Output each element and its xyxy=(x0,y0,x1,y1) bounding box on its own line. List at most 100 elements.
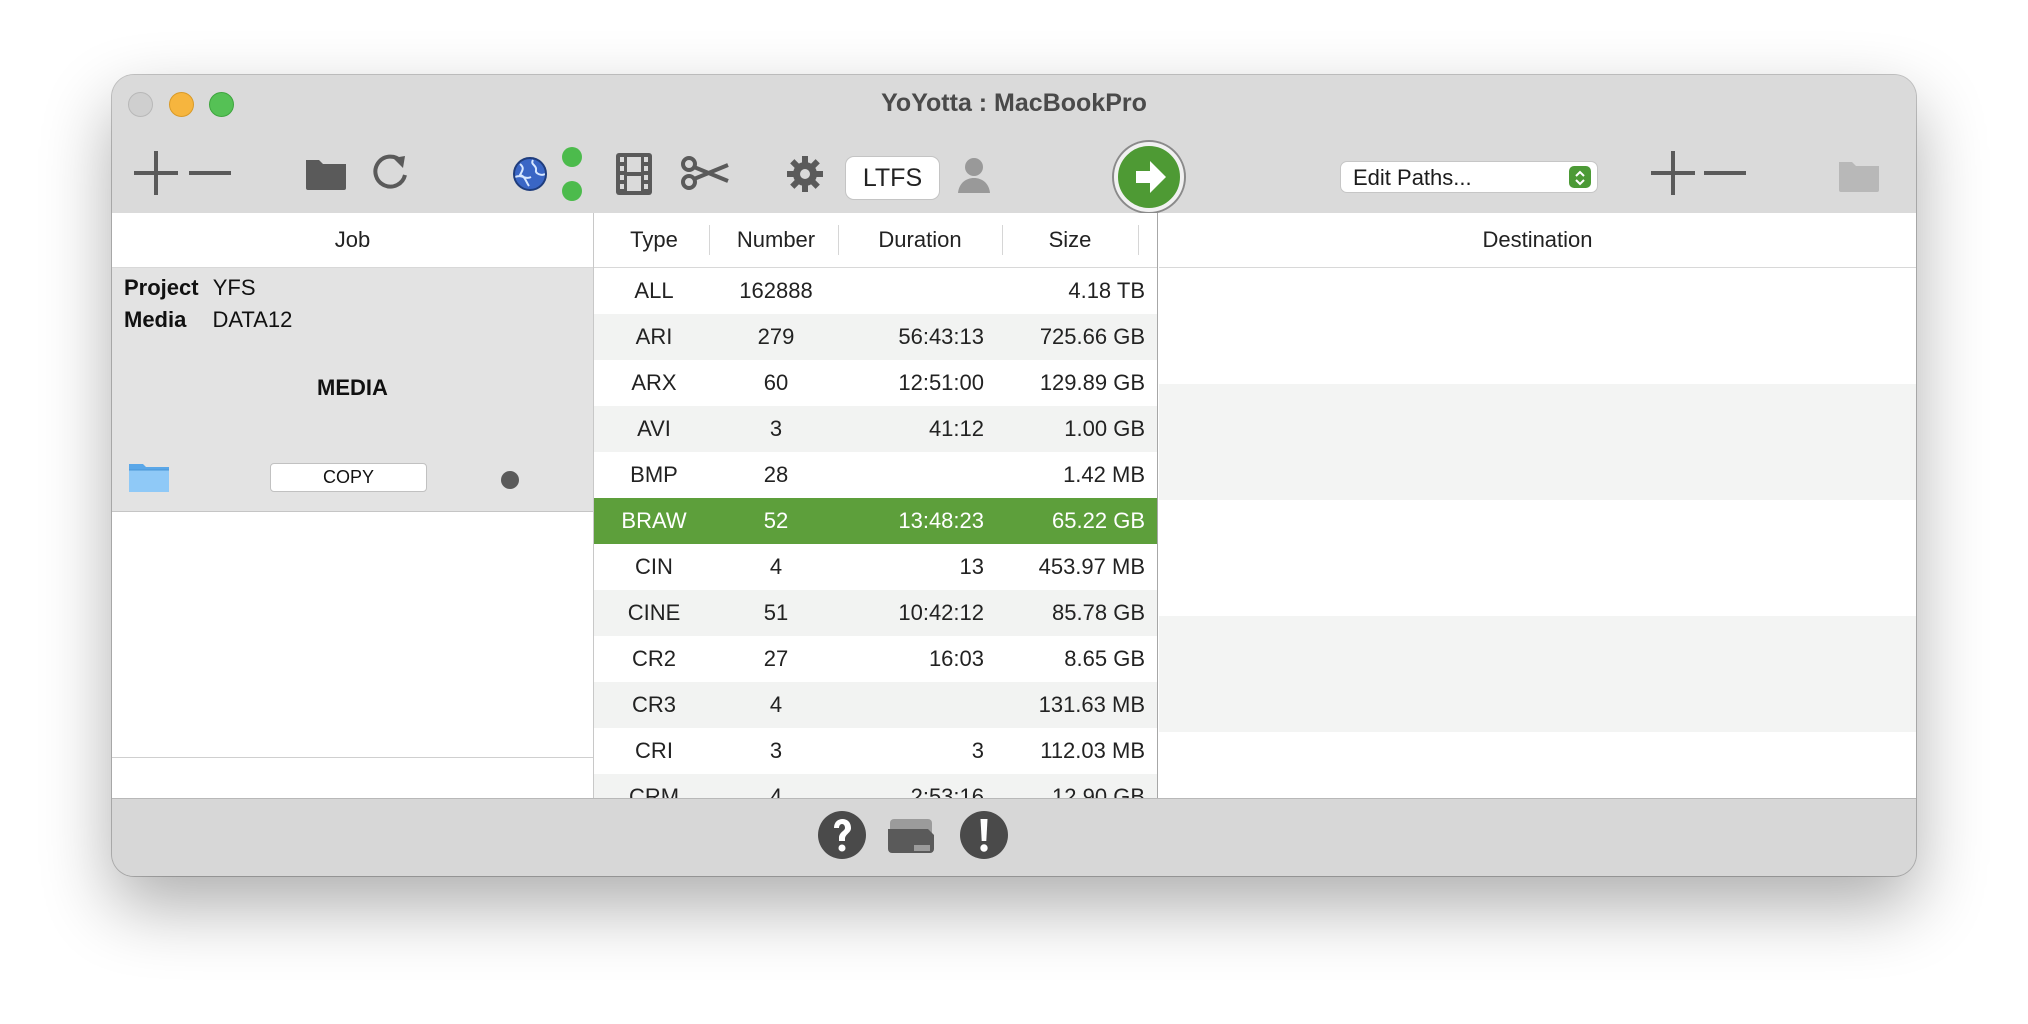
duration-column-header[interactable]: Duration xyxy=(838,213,1002,267)
folder-icon[interactable] xyxy=(304,155,348,191)
type-cell: CINE xyxy=(627,600,681,625)
size-cell: 129.89 GB xyxy=(1039,370,1145,395)
file-type-pane: Type Number Duration Size ALL 162888 4.1… xyxy=(594,213,1158,798)
table-row[interactable]: CR3 4 131.63 MB xyxy=(594,682,1157,728)
project-row: Project YFS xyxy=(124,275,256,301)
table-row[interactable]: ARX 60 12:51:00 129.89 GB xyxy=(594,360,1157,406)
help-icon[interactable] xyxy=(817,810,867,860)
main-content: Job Project YFS Media DATA12 MEDIA COPY xyxy=(112,213,1916,798)
ltfs-button[interactable]: LTFS xyxy=(845,156,940,200)
job-status-dot xyxy=(501,471,519,489)
table-row[interactable]: CINE 51 10:42:12 85.78 GB xyxy=(594,590,1157,636)
table-row[interactable]: BMP 28 1.42 MB xyxy=(594,452,1157,498)
size-cell: 4.18 TB xyxy=(1068,278,1145,303)
type-cell: CR3 xyxy=(631,692,676,717)
job-pane: Job Project YFS Media DATA12 MEDIA COPY xyxy=(112,213,594,798)
duration-cell: 13 xyxy=(959,554,984,579)
size-cell: 131.63 MB xyxy=(1038,692,1145,717)
type-cell: ARI xyxy=(635,324,673,349)
title-toolbar: YoYotta : MacBookPro LTFS Edit Paths... xyxy=(112,75,1916,213)
status-dots-icon xyxy=(562,147,582,201)
media-row: Media DATA12 xyxy=(124,307,292,333)
size-cell: 453.97 MB xyxy=(1038,554,1145,579)
size-cell: 8.65 GB xyxy=(1064,646,1145,671)
table-row[interactable]: AVI 3 41:12 1.00 GB xyxy=(594,406,1157,452)
number-cell: 60 xyxy=(763,370,789,395)
destination-row[interactable] xyxy=(1159,268,1916,384)
globe-icon[interactable] xyxy=(512,156,548,192)
number-cell: 51 xyxy=(763,600,789,625)
scissors-icon[interactable] xyxy=(680,155,730,191)
size-cell: 1.42 MB xyxy=(1063,462,1145,487)
table-row-selected[interactable]: BRAW 52 13:48:23 65.22 GB xyxy=(594,498,1157,544)
select-stepper-icon xyxy=(1569,166,1591,188)
type-cell: BRAW xyxy=(621,508,687,533)
type-cell: CRI xyxy=(635,738,673,763)
column-divider[interactable] xyxy=(1138,225,1139,255)
number-cell: 4 xyxy=(769,784,783,798)
project-value: YFS xyxy=(212,275,256,300)
remove-destination-button[interactable] xyxy=(1704,151,1746,195)
type-column-header[interactable]: Type xyxy=(594,213,714,267)
destination-column-header[interactable]: Destination xyxy=(1159,213,1916,268)
number-column-header[interactable]: Number xyxy=(714,213,838,267)
table-row[interactable]: ALL 162888 4.18 TB xyxy=(594,268,1157,314)
gear-icon[interactable] xyxy=(786,155,824,193)
type-cell: CIN xyxy=(635,554,673,579)
table-row[interactable]: ARI 279 56:43:13 725.66 GB xyxy=(594,314,1157,360)
table-row[interactable]: CRI 3 3 112.03 MB xyxy=(594,728,1157,774)
job-card[interactable]: Project YFS Media DATA12 MEDIA COPY xyxy=(112,268,593,512)
destination-row[interactable] xyxy=(1159,384,1916,500)
number-cell: 3 xyxy=(769,738,783,763)
number-cell: 4 xyxy=(769,554,783,579)
duration-cell: 2:53:16 xyxy=(910,784,984,798)
edit-paths-label: Edit Paths... xyxy=(1353,165,1472,190)
refresh-icon[interactable] xyxy=(370,151,412,193)
table-row[interactable]: CRM 4 2:53:16 12.90 GB xyxy=(594,774,1157,798)
tape-icon[interactable] xyxy=(887,817,935,857)
add-destination-button[interactable] xyxy=(1651,151,1695,195)
type-cell: CRM xyxy=(628,784,680,798)
duration-cell: 12:51:00 xyxy=(898,370,984,395)
destination-row[interactable] xyxy=(1159,616,1916,732)
alert-icon[interactable] xyxy=(959,810,1009,860)
number-cell: 27 xyxy=(763,646,789,671)
duration-cell: 10:42:12 xyxy=(898,600,984,625)
size-cell: 65.22 GB xyxy=(1052,508,1145,533)
size-column-header[interactable]: Size xyxy=(1002,213,1138,267)
destination-row[interactable] xyxy=(1159,500,1916,616)
edit-paths-select[interactable]: Edit Paths... xyxy=(1340,161,1598,193)
number-cell: 162888 xyxy=(739,278,813,303)
destination-pane: Destination xyxy=(1159,213,1916,798)
duration-cell: 13:48:23 xyxy=(898,508,984,533)
start-copy-button[interactable] xyxy=(1114,142,1184,212)
film-icon[interactable] xyxy=(614,151,654,197)
size-cell: 12.90 GB xyxy=(1052,784,1145,798)
destination-folder-icon[interactable] xyxy=(1837,157,1881,193)
column-divider[interactable] xyxy=(709,225,710,255)
add-job-button[interactable] xyxy=(134,151,178,195)
remove-job-button[interactable] xyxy=(189,151,231,195)
number-cell: 4 xyxy=(769,692,783,717)
number-cell: 279 xyxy=(757,324,795,349)
type-cell: AVI xyxy=(637,416,671,441)
user-icon[interactable] xyxy=(956,156,992,194)
duration-cell: 16:03 xyxy=(928,646,984,671)
size-cell: 112.03 MB xyxy=(1040,738,1145,763)
type-cell: ALL xyxy=(634,278,674,303)
project-label: Project xyxy=(124,275,199,300)
job-list-divider xyxy=(112,757,593,758)
type-cell: CR2 xyxy=(631,646,676,671)
source-folder-icon[interactable] xyxy=(128,460,170,494)
job-column-header[interactable]: Job xyxy=(112,213,593,268)
destination-row[interactable] xyxy=(1159,732,1916,798)
number-cell: 3 xyxy=(769,416,783,441)
table-row[interactable]: CIN 4 13 453.97 MB xyxy=(594,544,1157,590)
table-row[interactable]: CR2 27 16:03 8.65 GB xyxy=(594,636,1157,682)
copy-button[interactable]: COPY xyxy=(270,463,427,492)
type-cell: BMP xyxy=(630,462,678,487)
type-table-header: Type Number Duration Size xyxy=(594,213,1157,268)
type-table-body: ALL 162888 4.18 TB ARI 279 56:43:13 725.… xyxy=(594,268,1157,798)
duration-cell: 56:43:13 xyxy=(898,324,984,349)
media-section-label: MEDIA xyxy=(317,375,388,400)
